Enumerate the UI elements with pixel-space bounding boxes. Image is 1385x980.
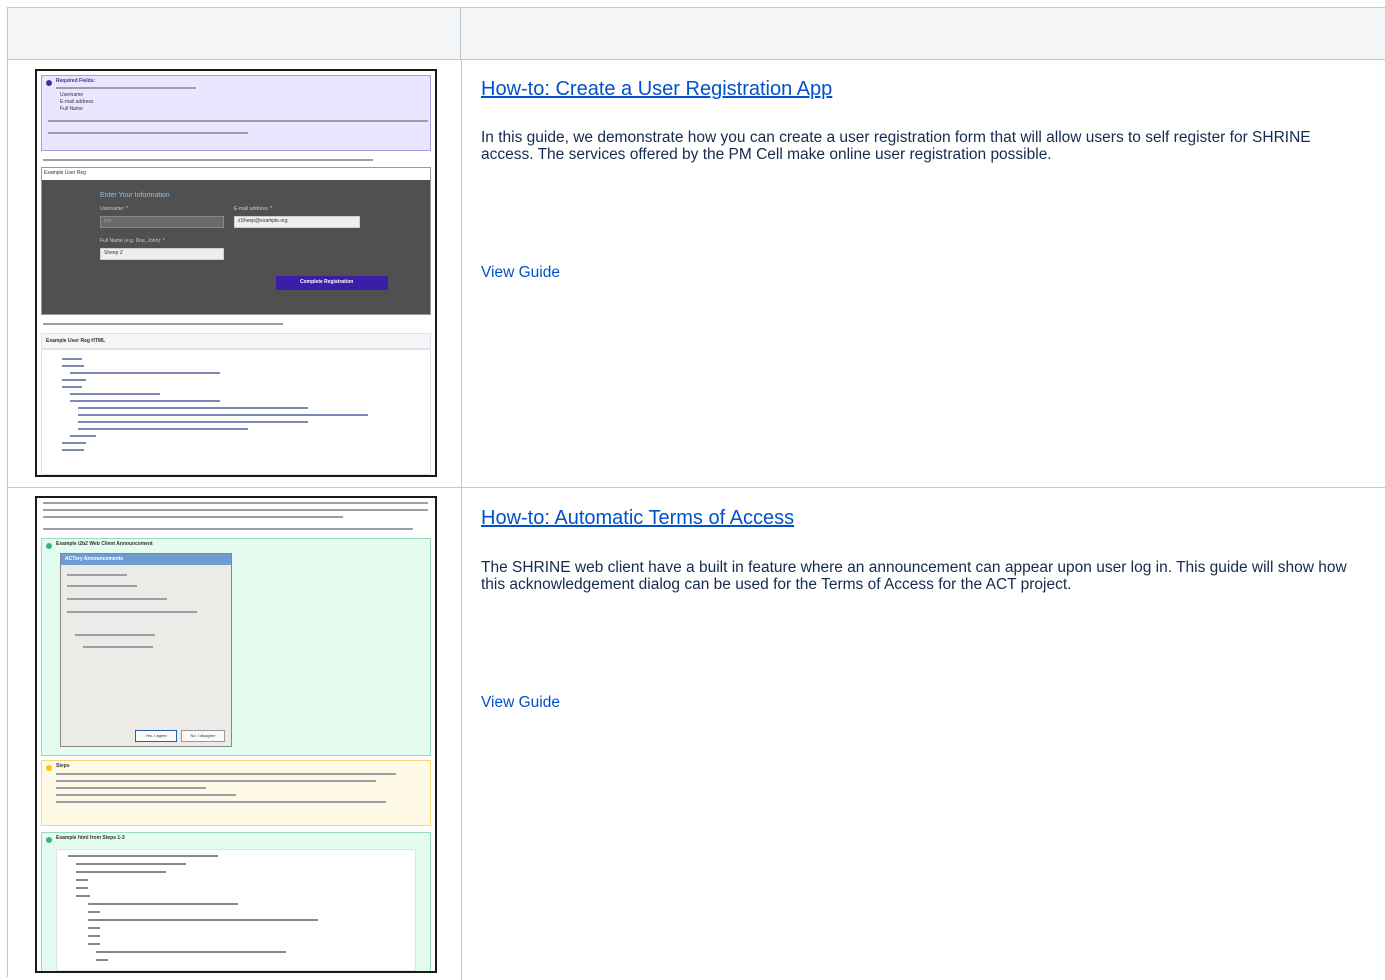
guide-description: The SHRINE web client have a built in fe… — [481, 559, 1347, 593]
username-value: zzz — [104, 218, 112, 224]
view-guide-link[interactable]: View Guide — [481, 264, 560, 282]
terms-of-access-screenshot: Example i2b2 Web Client Announcement ACT… — [35, 496, 437, 973]
table-header-cell-guide — [461, 8, 1385, 60]
column-divider — [461, 60, 462, 980]
agree-button: Yes, I agree — [135, 730, 177, 742]
fullname-label: Full Name (e.g. Doe, John): * — [100, 238, 165, 244]
guides-table: Required Fields: Username E-mail address… — [7, 7, 1385, 980]
notice-item: Full Name — [60, 106, 83, 112]
announcement-panel: Example i2b2 Web Client Announcement ACT… — [41, 538, 431, 756]
email-value: zSheep@example.org — [238, 218, 288, 224]
announcement-dialog: ACTory Announcements Yes, I agree No, I … — [60, 553, 232, 747]
success-icon — [46, 837, 52, 843]
username-label: Username: * — [100, 206, 128, 212]
fullname-value: Sheep Z — [104, 250, 123, 256]
example-user-reg-panel: Example User Reg Enter Your Information … — [41, 167, 431, 315]
submit-label: Complete Registration — [300, 279, 354, 285]
code-panel-header: Example User Reg HTML — [41, 333, 431, 349]
user-registration-screenshot: Required Fields: Username E-mail address… — [35, 69, 437, 477]
view-guide-link[interactable]: View Guide — [481, 694, 560, 712]
steps-panel: Steps — [41, 760, 431, 826]
steps-title: Steps — [56, 763, 70, 769]
example-html-panel: Example html from Steps 1-3 — [41, 832, 431, 971]
notice-item: Username — [60, 92, 84, 98]
success-icon — [46, 543, 52, 549]
info-icon — [46, 80, 52, 86]
notice-title: Required Fields: — [56, 78, 96, 84]
row-divider — [8, 487, 1385, 488]
panel-title: Example User Reg — [44, 170, 86, 176]
dialog-title: ACTory Announcements — [65, 556, 124, 562]
code-title: Example User Reg HTML — [46, 338, 106, 344]
warning-icon — [46, 765, 52, 771]
form-heading: Enter Your Information — [100, 192, 170, 199]
guide-title-link[interactable]: How-to: Create a User Registration App — [481, 78, 832, 101]
table-header-cell-image — [8, 8, 461, 60]
guide-description: In this guide, we demonstrate how you ca… — [481, 129, 1311, 163]
notice-item: E-mail address — [60, 99, 94, 105]
guide-title-link[interactable]: How-to: Automatic Terms of Access — [481, 507, 794, 530]
required-fields-notice: Required Fields: Username E-mail address… — [41, 75, 431, 151]
panel-title: Example html from Steps 1-3 — [56, 835, 125, 841]
email-label: E-mail address: * — [234, 206, 273, 212]
disagree-button: No, I disagree — [181, 730, 225, 742]
panel-title: Example i2b2 Web Client Announcement — [56, 541, 153, 547]
code-block — [41, 349, 431, 475]
